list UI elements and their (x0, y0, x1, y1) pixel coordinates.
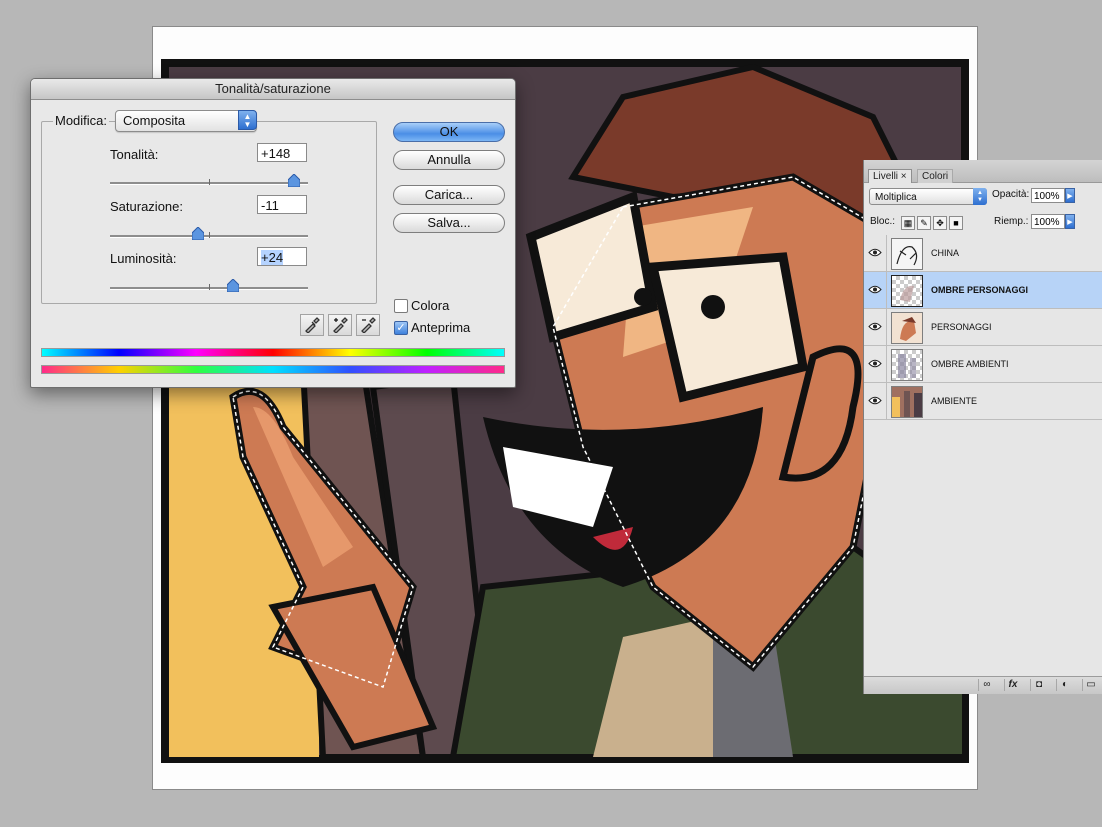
fill-input[interactable]: 100% (1031, 214, 1065, 229)
modifica-select[interactable]: Composita ▲ ▼ (115, 110, 257, 132)
layer-name: OMBRE AMBIENTI (931, 359, 1009, 369)
input-spectrum-bar (41, 348, 505, 357)
eyedropper-icon[interactable] (300, 314, 324, 336)
hue-label: Tonalità: (110, 147, 159, 162)
lightness-label: Luminosità: (110, 251, 177, 266)
tab-colors[interactable]: Colori (917, 169, 954, 183)
load-button[interactable]: Carica... (393, 185, 505, 205)
layer-row[interactable]: CHINA (864, 235, 1102, 272)
lock-transparent-icon[interactable]: ▦ (901, 216, 915, 230)
saturation-slider-tick (209, 232, 210, 238)
modifica-label: Modifica: (53, 113, 110, 128)
saturation-slider-thumb[interactable] (192, 227, 204, 240)
layer-thumbnail (891, 386, 923, 418)
colorize-label: Colora (411, 298, 450, 313)
eye-icon[interactable] (864, 235, 887, 271)
layer-name: AMBIENTE (931, 396, 978, 406)
adjustment-icon[interactable]: ◐ (1056, 679, 1073, 691)
saturation-input[interactable]: -11 (257, 195, 307, 214)
layer-row[interactable]: OMBRE AMBIENTI (864, 346, 1102, 383)
folder-icon[interactable]: ▭ (1082, 679, 1099, 691)
preview-label: Anteprima (411, 320, 471, 335)
eyedropper-plus-icon[interactable] (328, 314, 352, 336)
eye-icon[interactable] (864, 346, 887, 382)
link-icon[interactable]: ∞ (978, 679, 995, 691)
ok-button[interactable]: OK (393, 122, 505, 142)
eye-icon[interactable] (864, 309, 887, 345)
close-icon[interactable]: × (901, 171, 907, 182)
lightness-input-value: +24 (261, 250, 284, 265)
colorize-checkbox[interactable] (394, 299, 408, 313)
save-button[interactable]: Salva... (393, 213, 505, 233)
blend-mode-select[interactable]: Moltiplica ▲ ▼ (869, 188, 987, 205)
opacity-arrow-icon[interactable]: ▶ (1065, 188, 1075, 203)
hue-slider-thumb[interactable] (288, 174, 300, 187)
layer-thumbnail (891, 238, 923, 270)
layer-row-selected[interactable]: OMBRE PERSONAGGI (864, 272, 1102, 309)
lightness-slider-tick (209, 284, 210, 290)
mask-icon[interactable]: ◘ (1030, 679, 1047, 691)
layer-row[interactable]: PERSONAGGI (864, 309, 1102, 346)
tab-layers[interactable]: Livelli × (868, 169, 912, 183)
preview-checkbox[interactable]: ✓ (394, 321, 408, 335)
lock-all-icon[interactable]: ■ (949, 216, 963, 230)
tab-layers-label: Livelli (873, 171, 899, 182)
layer-thumbnail (891, 275, 923, 307)
hue-saturation-dialog: Tonalità/saturazione Modifica: Composita… (30, 78, 516, 388)
modifica-select-value: Composita (123, 113, 186, 128)
hue-slider-tick (209, 179, 210, 185)
lightness-input[interactable]: +24 (257, 247, 307, 266)
blend-mode-value: Moltiplica (875, 192, 917, 203)
opacity-label: Opacità: (992, 189, 1030, 200)
dialog-title[interactable]: Tonalità/saturazione (31, 79, 515, 100)
fill-label: Riemp.: (994, 216, 1029, 227)
output-spectrum-bar (41, 365, 505, 374)
layer-name: PERSONAGGI (931, 322, 992, 332)
opacity-input[interactable]: 100% (1031, 188, 1065, 203)
layer-row[interactable]: AMBIENTE (864, 383, 1102, 420)
select-arrows-icon: ▲ ▼ (973, 188, 987, 205)
eye-icon[interactable] (864, 272, 887, 308)
panel-tabs: Livelli × Colori (864, 160, 1102, 183)
eyedropper-minus-icon[interactable] (356, 314, 380, 336)
eye-icon[interactable] (864, 383, 887, 419)
adjustment-group (41, 121, 377, 304)
lock-pixels-icon[interactable]: ✎ (917, 216, 931, 230)
layers-panel: Livelli × Colori Moltiplica ▲ ▼ Opacità: … (863, 160, 1102, 694)
layer-name: CHINA (931, 248, 960, 258)
fill-arrow-icon[interactable]: ▶ (1065, 214, 1075, 229)
cancel-button[interactable]: Annulla (393, 150, 505, 170)
fx-icon[interactable]: fx (1004, 679, 1021, 691)
hue-input[interactable]: +148 (257, 143, 307, 162)
layer-name: OMBRE PERSONAGGI (931, 285, 1029, 295)
panel-footer: ∞ fx ◘ ◐ ▭ (864, 676, 1102, 694)
layer-thumbnail (891, 312, 923, 344)
saturation-label: Saturazione: (110, 199, 183, 214)
lightness-slider-thumb[interactable] (227, 279, 239, 292)
lock-label: Bloc.: (870, 216, 896, 227)
lock-position-icon[interactable]: ✥ (933, 216, 947, 230)
layer-thumbnail (891, 349, 923, 381)
select-arrows-icon: ▲ ▼ (238, 110, 257, 130)
